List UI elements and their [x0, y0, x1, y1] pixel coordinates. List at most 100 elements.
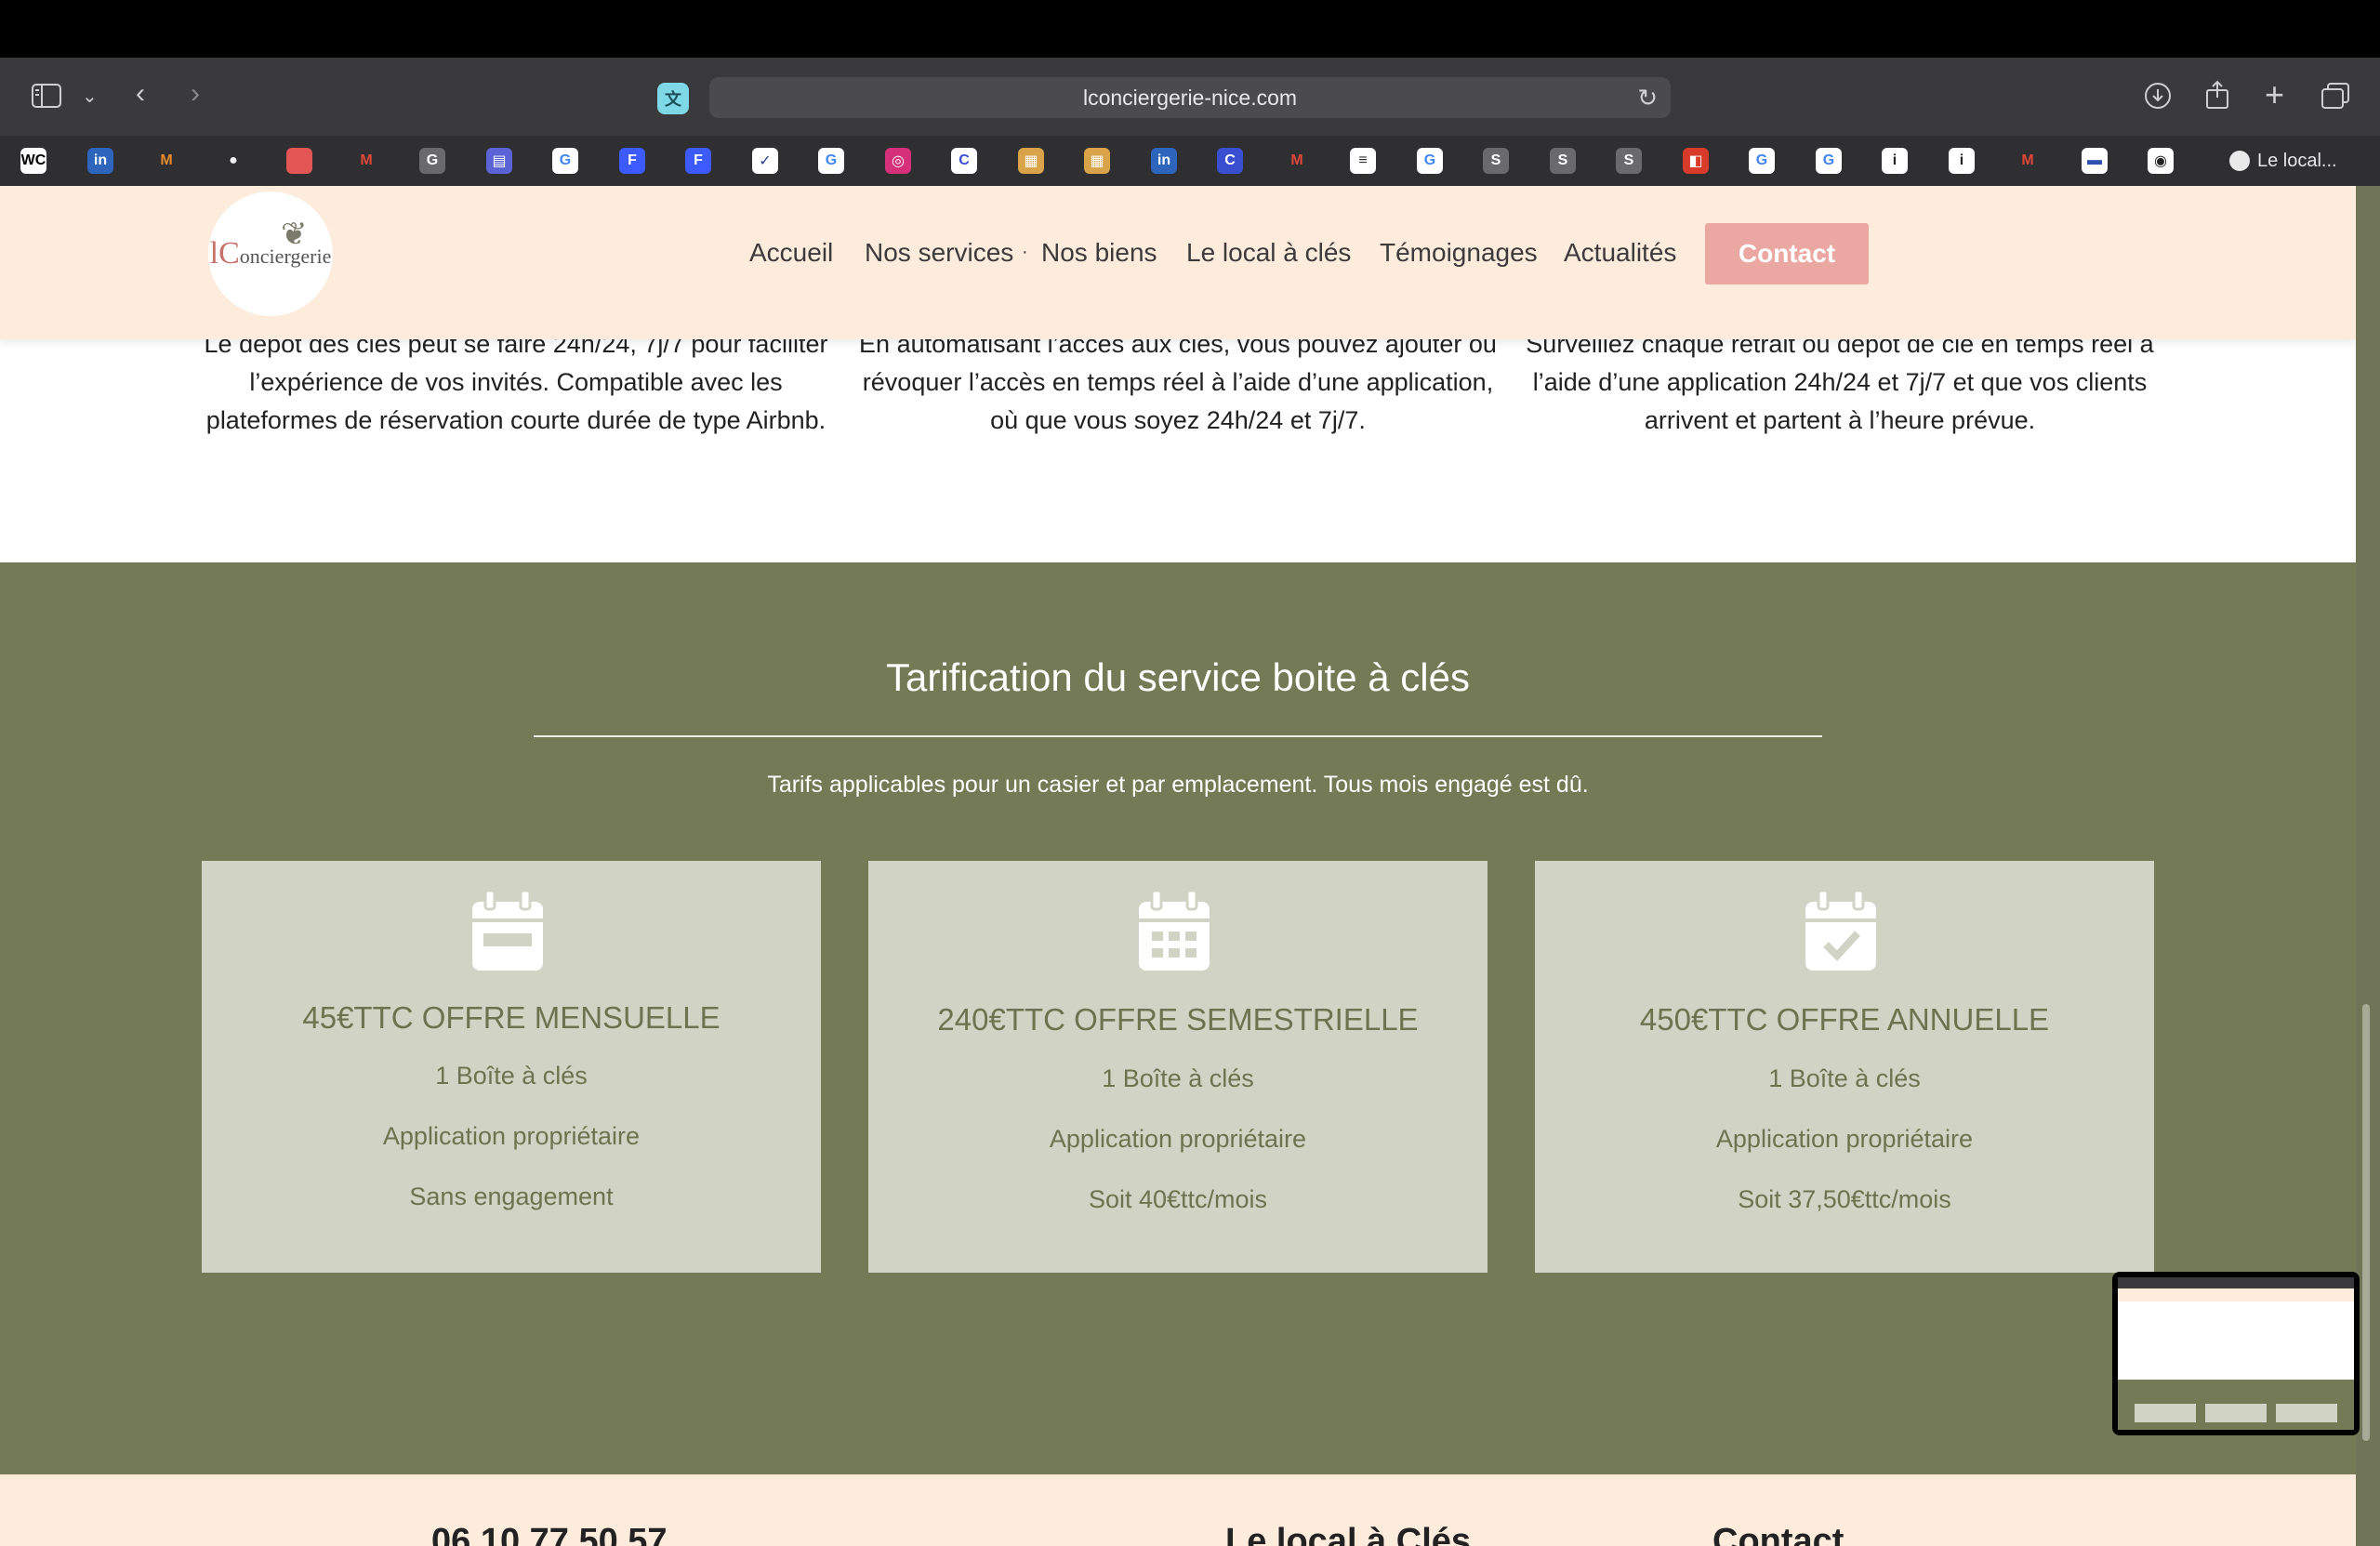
screenshot-preview-thumbnail[interactable]: [2112, 1272, 2360, 1435]
card-title: 450€TTC OFFRE ANNUELLE: [1639, 1002, 2050, 1037]
download-icon[interactable]: [2144, 82, 2172, 115]
bookmark-printer-icon[interactable]: ▤: [486, 148, 512, 174]
thumbnail-image: [2118, 1277, 2354, 1430]
scroll-thumb[interactable]: [2362, 1004, 2370, 1441]
sidebar-icon[interactable]: [32, 84, 61, 113]
translate-extension-icon[interactable]: 文: [657, 83, 689, 114]
card-title: 45€TTC OFFRE MENSUELLE: [302, 1000, 721, 1035]
bookmark-g-gray-icon[interactable]: G: [419, 148, 445, 174]
footer-col-local: Le local à Clés: [1225, 1522, 1472, 1546]
nav-nos-services[interactable]: Nos services: [865, 238, 1013, 268]
bookmark-circle-icon[interactable]: ●: [220, 148, 246, 174]
card-feature: Application propriétaire: [382, 1122, 641, 1150]
thumbnail-header: [2118, 1288, 2354, 1302]
pricing-card-annual: 450€TTC OFFRE ANNUELLE 1 Boîte à clés Ap…: [1535, 861, 2154, 1273]
pricing-card-monthly: 45€TTC OFFRE MENSUELLE 1 Boîte à clés Ap…: [202, 861, 821, 1273]
footer: 06 10 77 50 57 Le local à Clés Contact: [0, 1474, 2356, 1546]
site-logo[interactable]: ❦ lConciergerie: [208, 192, 333, 316]
card-feature: Soit 37,50€ttc/mois: [1738, 1185, 1951, 1213]
bookmark-photo-icon[interactable]: ▦: [1018, 148, 1044, 174]
bookmark-photo-icon-2[interactable]: ▦: [1084, 148, 1110, 174]
pricing-section: Tarification du service boite à clés Tar…: [0, 562, 2356, 1492]
thumbnail-card: [2205, 1404, 2267, 1422]
bookmark-google-icon-4[interactable]: G: [1749, 148, 1775, 174]
bookmark-flag-icon[interactable]: ▬: [2082, 148, 2108, 174]
bookmark-camera-icon[interactable]: ◉: [2148, 148, 2174, 174]
thumbnail-toolbar: [2118, 1277, 2354, 1288]
logo-text: lConciergerie: [209, 236, 332, 271]
forward-icon[interactable]: ›: [191, 80, 200, 108]
bookmark-s-icon[interactable]: S: [1483, 148, 1509, 174]
thumbnail-card: [2276, 1404, 2337, 1422]
share-icon[interactable]: [2205, 80, 2229, 115]
bookmark-m-icon[interactable]: M: [153, 148, 179, 174]
bookmark-s-icon-3[interactable]: S: [1616, 148, 1642, 174]
nav-temoignages[interactable]: Témoignages: [1380, 238, 1538, 268]
bookmark-google-icon-5[interactable]: G: [1816, 148, 1842, 174]
bookmark-gmail-icon-3[interactable]: M: [2015, 148, 2041, 174]
bookmark-wc-icon[interactable]: WC: [20, 148, 46, 174]
feature-text-2: En automatisant l’accès aux clés, vous p…: [859, 330, 1497, 434]
bookmark-forms-icon[interactable]: F: [619, 148, 645, 174]
bookmark-check-app-icon[interactable]: ✓: [752, 148, 778, 174]
card-feature: 1 Boîte à clés: [1102, 1064, 1254, 1092]
feature-text-3: Surveillez chaque retrait ou dépôt de cl…: [1526, 330, 2154, 434]
card-feature: Sans engagement: [409, 1183, 614, 1210]
screen-top-bar: [0, 0, 2380, 58]
url-text: lconciergerie-nice.com: [1082, 85, 1298, 110]
bookmark-google-icon-2[interactable]: G: [818, 148, 844, 174]
bookmark-linkedin-icon-2[interactable]: in: [1151, 148, 1177, 174]
new-tab-icon[interactable]: +: [2265, 78, 2284, 112]
bookmark-c-blue-icon[interactable]: C: [951, 148, 977, 174]
nav-local-a-cles[interactable]: Le local à clés: [1186, 238, 1351, 268]
nav-dropdown-dot-icon: ·: [1022, 242, 1028, 262]
pricing-title: Tarification du service boite à clés: [886, 655, 1470, 699]
calendar-grid-icon: [1139, 891, 1210, 971]
nav-actualites[interactable]: Actualités: [1564, 238, 1676, 268]
address-bar[interactable]: lconciergerie-nice.com ↻: [709, 77, 1671, 118]
nav-nos-biens[interactable]: Nos biens: [1041, 238, 1157, 268]
bookmark-forms-icon-2[interactable]: F: [685, 148, 711, 174]
calendar-check-icon: [1805, 891, 1876, 971]
chevron-down-icon[interactable]: ⌄: [82, 87, 98, 106]
bookmarks-bar: WC in M ● M G ▤ G F F ✓ G ◎ C ▦ ▦ in C M ≡ G S S S ◧ G Gi i M ▬ ◉: [0, 136, 2380, 187]
bookmark-doc-icon[interactable]: ≡: [1350, 148, 1376, 174]
bookmark-google-icon-3[interactable]: G: [1417, 148, 1443, 174]
active-tab[interactable]: Le local...: [2229, 147, 2337, 175]
reload-icon[interactable]: ↻: [1637, 84, 1658, 112]
card-feature: 1 Boîte à clés: [1768, 1064, 1921, 1092]
calendar-icon: [472, 891, 543, 971]
card-feature: Soit 40€ttc/mois: [1088, 1185, 1268, 1213]
bookmark-info-icon[interactable]: i: [1882, 148, 1908, 174]
card-title: 240€TTC OFFRE SEMESTRIELLE: [937, 1002, 1419, 1037]
bookmark-instagram-icon[interactable]: ◎: [885, 148, 911, 174]
bookmark-gmail-icon-2[interactable]: M: [1284, 148, 1310, 174]
tab-favicon-icon: [2229, 151, 2250, 171]
bookmark-gmail-icon[interactable]: M: [353, 148, 379, 174]
bookmark-linkedin-icon[interactable]: in: [87, 148, 113, 174]
web-page: ❦ lConciergerie Accueil Nos services · N…: [0, 186, 2356, 1546]
pricing-card-semester: 240€TTC OFFRE SEMESTRIELLE 1 Boîte à clé…: [868, 861, 1488, 1273]
footer-phone[interactable]: 06 10 77 50 57: [431, 1513, 668, 1546]
tab-title: Le local...: [2257, 150, 2337, 171]
browser-toolbar: ⌄ ‹ › lconciergerie-nice.com ↻ +: [0, 58, 2380, 136]
footer-col-contact: Contact: [1712, 1522, 1844, 1546]
bookmark-info-icon-2[interactable]: i: [1949, 148, 1975, 174]
contact-button[interactable]: Contact: [1705, 223, 1869, 284]
card-feature: Application propriétaire: [1715, 1125, 1974, 1153]
bookmark-google-icon[interactable]: G: [552, 148, 578, 174]
pricing-subtitle: Tarifs applicables pour un casier et par…: [767, 772, 1589, 798]
bookmark-s-icon-2[interactable]: S: [1550, 148, 1576, 174]
thumbnail-card: [2135, 1404, 2196, 1422]
feature-text-1: Le dépôt des clés peut se faire 24h/24, …: [204, 330, 828, 434]
tab-overview-icon[interactable]: [2320, 82, 2350, 115]
site-header: ❦ lConciergerie Accueil Nos services · N…: [0, 186, 2356, 339]
nav-accueil[interactable]: Accueil: [749, 238, 833, 268]
bookmark-pdf-icon[interactable]: ◧: [1683, 148, 1709, 174]
back-icon[interactable]: ‹: [136, 80, 145, 108]
bookmark-red-square-icon[interactable]: [286, 148, 312, 174]
pricing-divider: [534, 735, 1822, 737]
card-feature: Application propriétaire: [1049, 1125, 1307, 1153]
card-feature: 1 Boîte à clés: [435, 1062, 588, 1090]
bookmark-canva-icon[interactable]: C: [1217, 148, 1243, 174]
